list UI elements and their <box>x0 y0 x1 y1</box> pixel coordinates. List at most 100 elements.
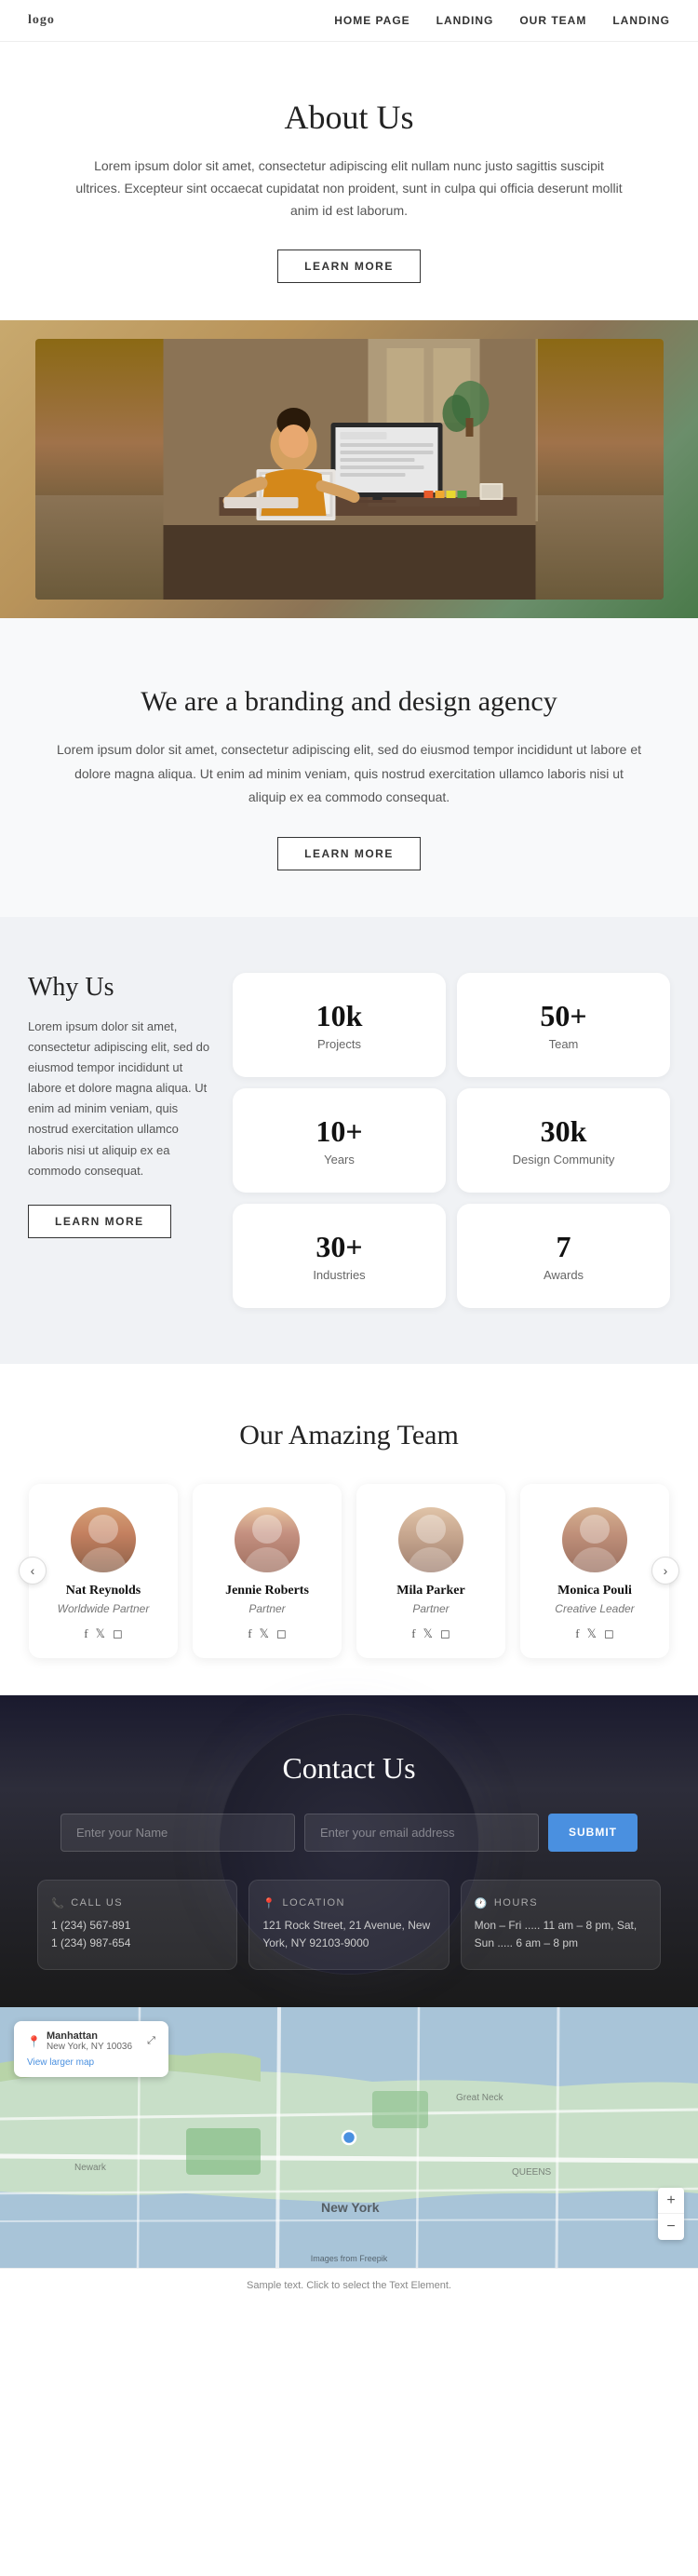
stat-card-awards: 7 Awards <box>457 1204 670 1308</box>
avatar-body-jennie <box>244 1547 290 1572</box>
branding-section: We are a branding and design agency Lore… <box>0 618 698 917</box>
avatar-head-monica <box>580 1515 610 1544</box>
twitter-icon-monica[interactable]: 𝕏 <box>587 1626 597 1641</box>
instagram-icon-monica[interactable]: ◻ <box>604 1626 614 1641</box>
contact-phone1: 1 (234) 567-891 <box>51 1917 223 1935</box>
carousel-next-button[interactable]: › <box>651 1557 679 1585</box>
contact-info-hours: 🕐 HOURS Mon – Fri ..... 11 am – 8 pm, Sa… <box>461 1880 661 1970</box>
map-info-box: 📍 Manhattan New York, NY 10036 ⤢ View la… <box>14 2021 168 2077</box>
facebook-icon-nat[interactable]: f <box>84 1626 87 1641</box>
avatar-nat-reynolds <box>71 1507 136 1572</box>
hero-image-inner <box>35 339 664 600</box>
contact-name-input[interactable] <box>60 1814 295 1852</box>
about-title: About Us <box>74 98 624 137</box>
team-member-name-mila: Mila Parker <box>373 1584 489 1598</box>
why-us-learn-more-button[interactable]: LEARN MORE <box>28 1205 171 1238</box>
map-zoom-out-button[interactable]: − <box>658 2214 684 2240</box>
stat-label-industries: Industries <box>251 1268 427 1282</box>
navbar: logo HOME PAGE LANDING OUR TEAM LANDING <box>0 0 698 42</box>
carousel-prev-button[interactable]: ‹ <box>19 1557 47 1585</box>
clock-icon: 🕐 <box>475 1897 489 1909</box>
location-icon: 📍 <box>262 1897 276 1909</box>
stat-card-projects: 10k Projects <box>233 973 446 1077</box>
stat-card-industries: 30+ Industries <box>233 1204 446 1308</box>
team-member-role-nat: Worldwide Partner <box>46 1602 161 1615</box>
avatar-person-jennie <box>235 1507 300 1572</box>
svg-text:Newark: Newark <box>74 2163 107 2173</box>
why-us-section: Why Us Lorem ipsum dolor sit amet, conse… <box>0 917 698 1364</box>
map-location-title: Manhattan New York, NY 10036 <box>47 2030 132 2052</box>
stat-card-team: 50+ Team <box>457 973 670 1077</box>
desk-scene <box>35 339 664 600</box>
branding-description: Lorem ipsum dolor sit amet, consectetur … <box>56 738 642 809</box>
stat-card-years: 10+ Years <box>233 1088 446 1193</box>
map-expand-icon[interactable]: ⤢ <box>147 2035 155 2047</box>
team-card-jennie-roberts: Jennie Roberts Partner f 𝕏 ◻ <box>193 1484 342 1658</box>
nav-home[interactable]: HOME PAGE <box>334 14 409 27</box>
twitter-icon-jennie[interactable]: 𝕏 <box>260 1626 269 1641</box>
nav-landing-1[interactable]: LANDING <box>436 14 494 27</box>
about-description: Lorem ipsum dolor sit amet, consectetur … <box>74 155 624 222</box>
contact-title: Contact Us <box>37 1751 661 1786</box>
facebook-icon-monica[interactable]: f <box>575 1626 579 1641</box>
contact-phone2: 1 (234) 987-654 <box>51 1935 223 1952</box>
contact-location-title: 📍 LOCATION <box>262 1897 435 1909</box>
facebook-icon-mila[interactable]: f <box>411 1626 415 1641</box>
stat-label-design-community: Design Community <box>476 1153 651 1167</box>
stat-number-industries: 30+ <box>251 1230 427 1264</box>
stat-label-team: Team <box>476 1037 651 1051</box>
nav-landing-2[interactable]: LANDING <box>612 14 670 27</box>
avatar-monica-pouli <box>562 1507 627 1572</box>
team-card-nat-reynolds: Nat Reynolds Worldwide Partner f 𝕏 ◻ <box>29 1484 178 1658</box>
facebook-icon-jennie[interactable]: f <box>248 1626 251 1641</box>
why-us-description: Lorem ipsum dolor sit amet, consectetur … <box>28 1017 214 1181</box>
svg-text:QUEENS: QUEENS <box>512 2167 552 2178</box>
team-member-name-monica: Monica Pouli <box>537 1584 652 1598</box>
svg-text:New York: New York <box>321 2200 380 2215</box>
team-member-name-jennie: Jennie Roberts <box>209 1584 325 1598</box>
stat-number-awards: 7 <box>476 1230 651 1264</box>
instagram-icon-mila[interactable]: ◻ <box>440 1626 450 1641</box>
map-info-header: 📍 Manhattan New York, NY 10036 ⤢ <box>27 2030 155 2052</box>
contact-submit-button[interactable]: SUBMIT <box>548 1814 638 1852</box>
contact-call-title: 📞 CALL US <box>51 1897 223 1909</box>
about-learn-more-button[interactable]: LEARN MORE <box>277 250 421 283</box>
avatar-person-mila <box>398 1507 463 1572</box>
map-city-details: New York, NY 10036 <box>47 2042 132 2052</box>
hero-illustration <box>35 339 664 600</box>
avatar-head-mila <box>416 1515 446 1544</box>
map-view-larger-link[interactable]: View larger map <box>27 2057 155 2068</box>
stat-label-awards: Awards <box>476 1268 651 1282</box>
stat-number-team: 50+ <box>476 999 651 1033</box>
nav-our-team[interactable]: OUR TEAM <box>519 14 586 27</box>
why-us-title: Why Us <box>28 973 214 1003</box>
stat-card-design-community: 30k Design Community <box>457 1088 670 1193</box>
team-social-jennie: f 𝕏 ◻ <box>209 1626 325 1641</box>
map-background: New York Newark Great Neck QUEENS 📍 Manh… <box>0 2007 698 2268</box>
branding-learn-more-button[interactable]: LEARN MORE <box>277 837 421 870</box>
stat-number-projects: 10k <box>251 999 427 1033</box>
contact-email-input[interactable] <box>304 1814 539 1852</box>
team-member-name-nat: Nat Reynolds <box>46 1584 161 1598</box>
team-grid: Nat Reynolds Worldwide Partner f 𝕏 ◻ Jen… <box>19 1484 679 1658</box>
avatar-head-nat <box>88 1515 118 1544</box>
map-pin-icon: 📍 <box>27 2035 41 2048</box>
phone-icon: 📞 <box>51 1897 65 1909</box>
hero-image <box>0 320 698 618</box>
contact-info-location: 📍 LOCATION 121 Rock Street, 21 Avenue, N… <box>248 1880 449 1970</box>
instagram-icon-nat[interactable]: ◻ <box>113 1626 123 1641</box>
twitter-icon-nat[interactable]: 𝕏 <box>96 1626 105 1641</box>
team-social-mila: f 𝕏 ◻ <box>373 1626 489 1641</box>
map-zoom-controls: + − <box>658 2188 684 2240</box>
footer-sample-text: Sample text. Click to select the Text El… <box>247 2280 451 2291</box>
team-card-monica-pouli: Monica Pouli Creative Leader f 𝕏 ◻ <box>520 1484 669 1658</box>
map-section: New York Newark Great Neck QUEENS 📍 Manh… <box>0 2007 698 2268</box>
map-zoom-in-button[interactable]: + <box>658 2188 684 2214</box>
team-social-nat: f 𝕏 ◻ <box>46 1626 161 1641</box>
instagram-icon-jennie[interactable]: ◻ <box>276 1626 287 1641</box>
avatar-body-mila <box>408 1547 454 1572</box>
twitter-icon-mila[interactable]: 𝕏 <box>423 1626 433 1641</box>
contact-hours-text: Mon – Fri ..... 11 am – 8 pm, Sat, Sun .… <box>475 1917 647 1952</box>
footer-note: Sample text. Click to select the Text El… <box>0 2268 698 2302</box>
avatar-person-monica <box>562 1507 627 1572</box>
